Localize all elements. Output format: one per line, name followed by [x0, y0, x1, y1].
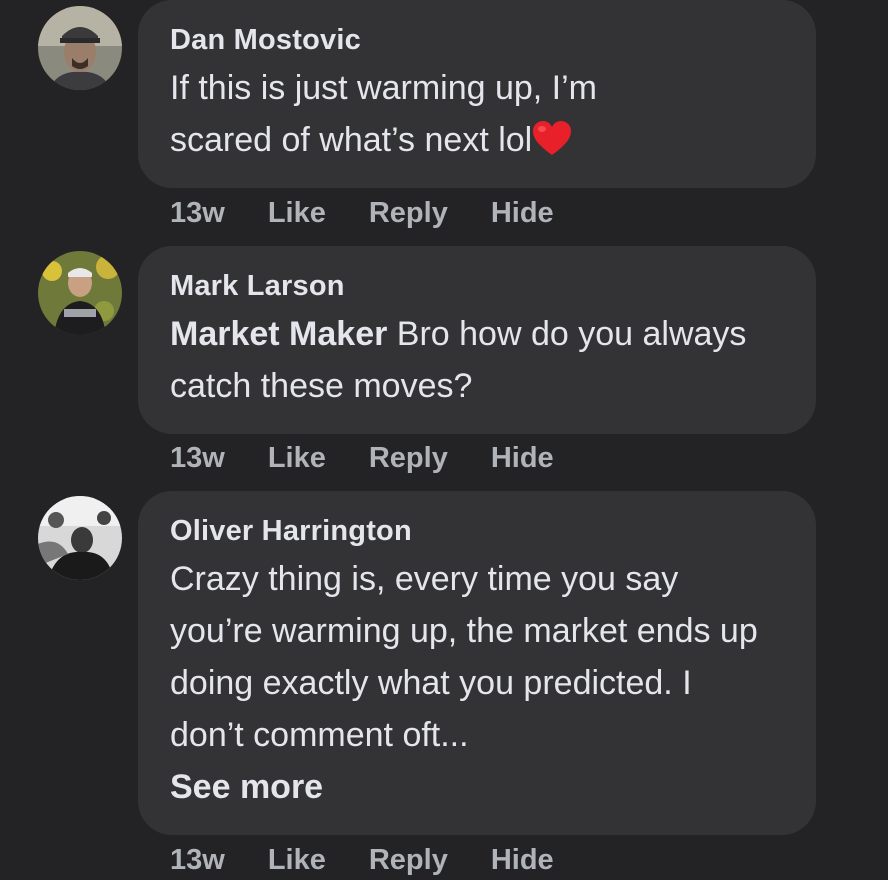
avatar[interactable] — [38, 6, 122, 90]
like-button[interactable]: Like — [268, 197, 326, 230]
heart-emoji-icon — [533, 121, 572, 155]
avatar[interactable] — [38, 251, 122, 335]
comment-text: If this is just warming up, I’m scared o… — [170, 62, 784, 166]
comment-author[interactable]: Mark Larson — [170, 268, 784, 304]
comment-bubble: Dan Mostovic If this is just warming up,… — [138, 0, 816, 188]
comment-text-body: Crazy thing is, every time you say you’r… — [170, 560, 758, 754]
comment-text: Market Maker Bro how do you always catch… — [170, 308, 784, 412]
hide-button[interactable]: Hide — [491, 844, 554, 877]
comment-timestamp[interactable]: 13w — [170, 442, 225, 475]
reply-button[interactable]: Reply — [369, 442, 448, 475]
comment-actions: 13w Like Reply Hide — [170, 193, 597, 233]
reply-button[interactable]: Reply — [369, 197, 448, 230]
see-more-link[interactable]: See more — [170, 761, 770, 813]
comment-text-line: scared of what’s next lol — [170, 121, 533, 159]
like-button[interactable]: Like — [268, 844, 326, 877]
comment-actions: 13w Like Reply Hide — [170, 438, 597, 478]
comment-bubble: Mark Larson Market Maker Bro how do you … — [138, 246, 816, 434]
comment-text-line: If this is just warming up, I’m — [170, 69, 598, 107]
comment-text: Crazy thing is, every time you say you’r… — [170, 553, 770, 813]
comment-timestamp[interactable]: 13w — [170, 197, 225, 230]
comment-bubble: Oliver Harrington Crazy thing is, every … — [138, 491, 816, 835]
comment-actions: 13w Like Reply Hide — [170, 840, 597, 880]
comment-author[interactable]: Dan Mostovic — [170, 22, 784, 58]
like-button[interactable]: Like — [268, 442, 326, 475]
mention-tag[interactable]: Market Maker — [170, 315, 387, 353]
comment-timestamp[interactable]: 13w — [170, 844, 225, 877]
comment-author[interactable]: Oliver Harrington — [170, 513, 784, 549]
avatar[interactable] — [38, 496, 122, 580]
reply-button[interactable]: Reply — [369, 844, 448, 877]
hide-button[interactable]: Hide — [491, 197, 554, 230]
hide-button[interactable]: Hide — [491, 442, 554, 475]
